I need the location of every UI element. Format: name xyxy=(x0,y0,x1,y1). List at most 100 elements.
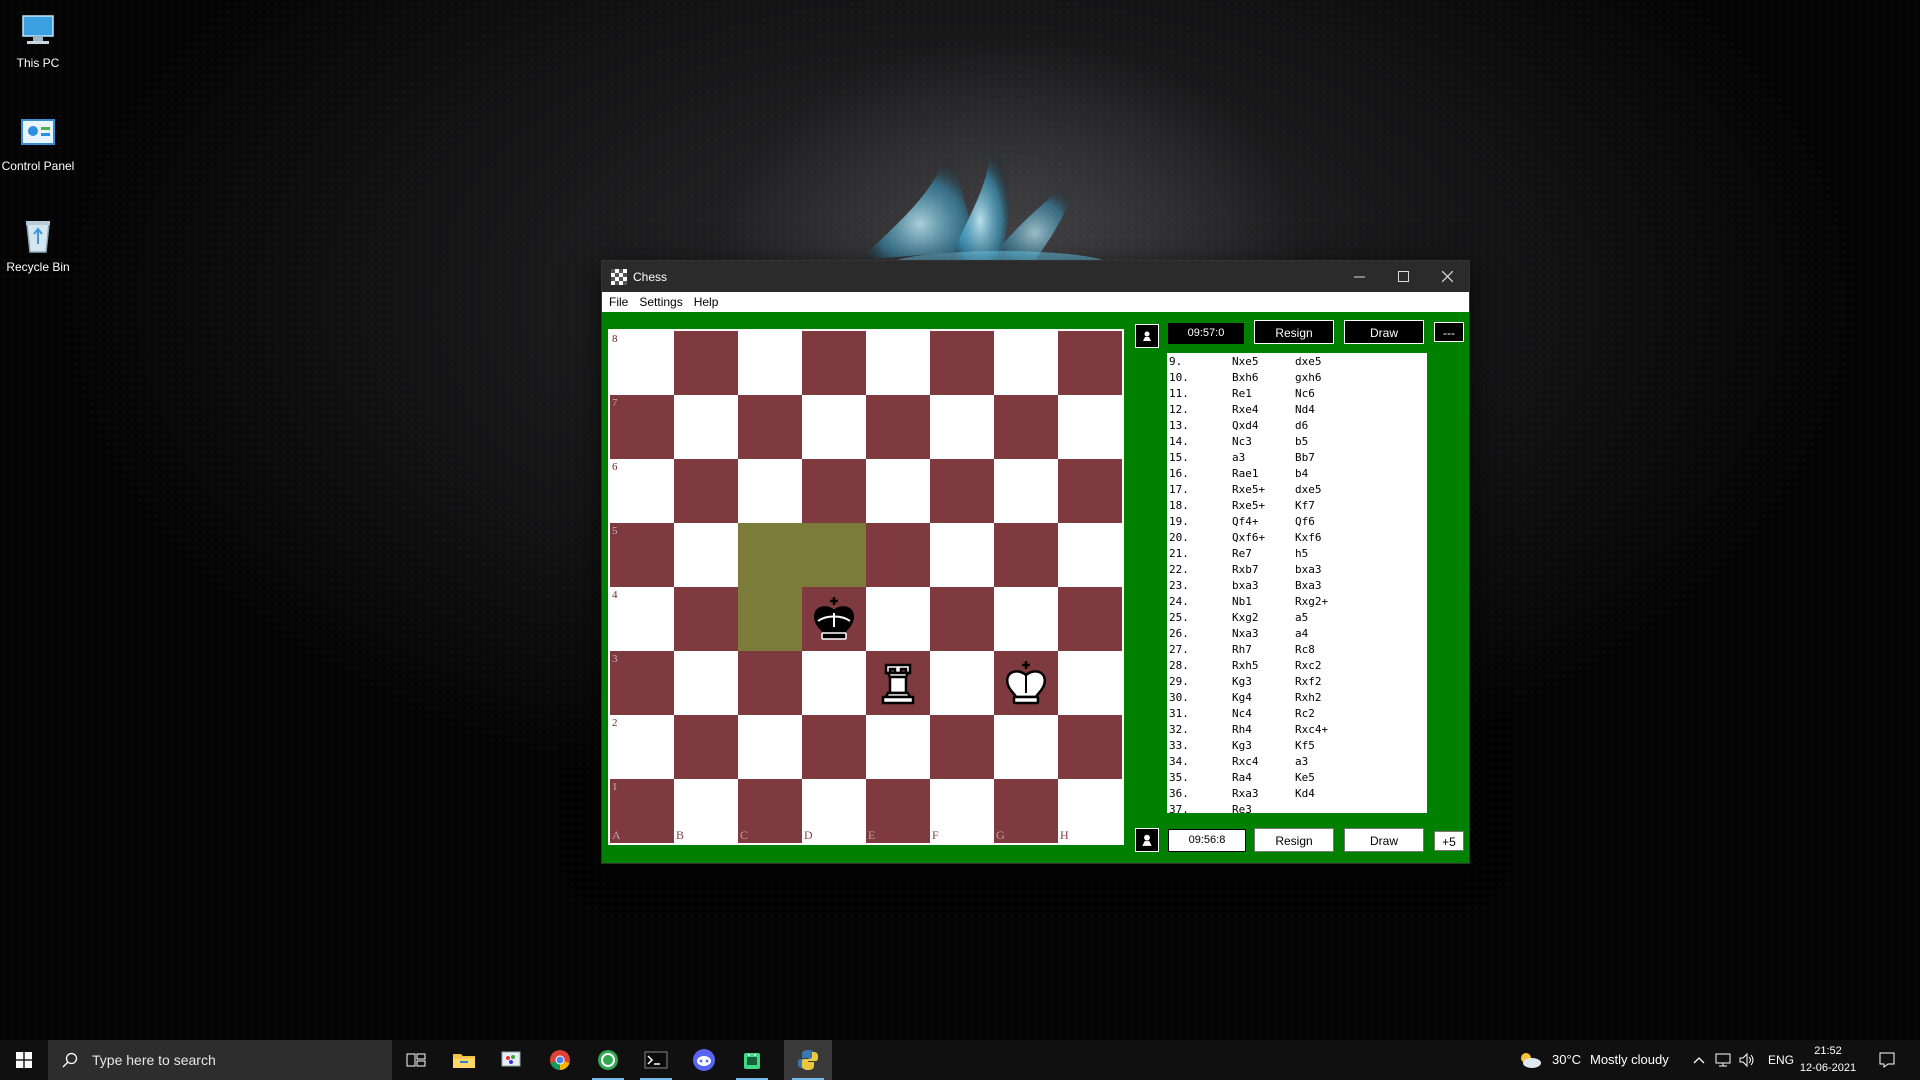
square-e6[interactable] xyxy=(866,459,930,523)
square-b2[interactable] xyxy=(674,715,738,779)
square-h2[interactable] xyxy=(1058,715,1122,779)
square-f5[interactable] xyxy=(930,523,994,587)
square-h3[interactable] xyxy=(1058,651,1122,715)
square-e3[interactable] xyxy=(866,651,930,715)
square-e4[interactable] xyxy=(866,587,930,651)
move-row[interactable]: 24. Nb1 Rxg2+ xyxy=(1167,593,1427,609)
square-a8[interactable]: 8 xyxy=(610,331,674,395)
taskbar-file-explorer[interactable] xyxy=(440,1040,488,1080)
square-f7[interactable] xyxy=(930,395,994,459)
move-row[interactable]: 27. Rh7 Rc8 xyxy=(1167,641,1427,657)
language-indicator[interactable]: ENG xyxy=(1768,1040,1794,1080)
move-row[interactable]: 31. Nc4 Rc2 xyxy=(1167,705,1427,721)
black-king-icon[interactable] xyxy=(808,593,860,645)
square-f3[interactable] xyxy=(930,651,994,715)
menu-file[interactable]: File xyxy=(602,292,632,309)
square-g4[interactable] xyxy=(994,587,1058,651)
menu-settings[interactable]: Settings xyxy=(632,292,686,309)
square-a4[interactable]: 4 xyxy=(610,587,674,651)
desktop-icon-control-panel[interactable]: Control Panel xyxy=(0,113,76,173)
move-row[interactable]: 32. Rh4 Rxc4+ xyxy=(1167,721,1427,737)
task-view-button[interactable] xyxy=(392,1040,440,1080)
square-g1[interactable]: G xyxy=(994,779,1058,843)
move-row[interactable]: 23. bxa3 Bxa3 xyxy=(1167,577,1427,593)
taskbar-discord[interactable] xyxy=(680,1040,728,1080)
square-b3[interactable] xyxy=(674,651,738,715)
taskbar-chrome[interactable] xyxy=(536,1040,584,1080)
taskbar-green-app[interactable] xyxy=(584,1040,632,1080)
chevron-up-icon[interactable] xyxy=(1693,1055,1705,1065)
square-f2[interactable] xyxy=(930,715,994,779)
square-e8[interactable] xyxy=(866,331,930,395)
square-h4[interactable] xyxy=(1058,587,1122,651)
taskbar-search-box[interactable] xyxy=(48,1040,392,1080)
square-g2[interactable] xyxy=(994,715,1058,779)
square-b1[interactable]: B xyxy=(674,779,738,843)
top-draw-button[interactable]: Draw xyxy=(1344,320,1424,344)
taskbar-android[interactable] xyxy=(728,1040,776,1080)
square-c6[interactable] xyxy=(738,459,802,523)
square-b7[interactable] xyxy=(674,395,738,459)
bottom-draw-button[interactable]: Draw xyxy=(1344,828,1424,852)
move-row[interactable]: 18. Rxe5+ Kf7 xyxy=(1167,497,1427,513)
square-f6[interactable] xyxy=(930,459,994,523)
square-e1[interactable]: E xyxy=(866,779,930,843)
square-a3[interactable]: 3 xyxy=(610,651,674,715)
move-row[interactable]: 35. Ra4 Ke5 xyxy=(1167,769,1427,785)
notification-icon[interactable] xyxy=(1878,1051,1896,1069)
move-row[interactable]: 19. Qf4+ Qf6 xyxy=(1167,513,1427,529)
square-d6[interactable] xyxy=(802,459,866,523)
square-d7[interactable] xyxy=(802,395,866,459)
menu-help[interactable]: Help xyxy=(687,292,723,309)
desktop-icon-this-pc[interactable]: This PC xyxy=(0,10,76,70)
square-b5[interactable] xyxy=(674,523,738,587)
square-a5[interactable]: 5 xyxy=(610,523,674,587)
desktop-icon-recycle-bin[interactable]: Recycle Bin xyxy=(0,214,76,274)
weather-condition[interactable]: Mostly cloudy xyxy=(1590,1040,1669,1080)
square-h7[interactable] xyxy=(1058,395,1122,459)
square-b4[interactable] xyxy=(674,587,738,651)
square-c4[interactable] xyxy=(738,587,802,651)
move-row[interactable]: 28. Rxh5 Rxc2 xyxy=(1167,657,1427,673)
square-g7[interactable] xyxy=(994,395,1058,459)
search-input[interactable] xyxy=(90,1051,374,1069)
move-row[interactable]: 36. Rxa3 Kd4 xyxy=(1167,785,1427,801)
move-row[interactable]: 25. Kxg2 a5 xyxy=(1167,609,1427,625)
square-d1[interactable]: D xyxy=(802,779,866,843)
taskbar-python[interactable] xyxy=(784,1040,832,1080)
square-f4[interactable] xyxy=(930,587,994,651)
square-a2[interactable]: 2 xyxy=(610,715,674,779)
square-d4[interactable] xyxy=(802,587,866,651)
square-d8[interactable] xyxy=(802,331,866,395)
maximize-button[interactable] xyxy=(1381,261,1425,292)
move-row[interactable]: 13. Qxd4 d6 xyxy=(1167,417,1427,433)
move-row[interactable]: 14. Nc3 b5 xyxy=(1167,433,1427,449)
move-row[interactable]: 33. Kg3 Kf5 xyxy=(1167,737,1427,753)
volume-icon[interactable] xyxy=(1738,1052,1756,1068)
square-d3[interactable] xyxy=(802,651,866,715)
minimize-button[interactable] xyxy=(1337,261,1381,292)
weather-temperature[interactable]: 30°C xyxy=(1552,1040,1581,1080)
square-e2[interactable] xyxy=(866,715,930,779)
title-bar[interactable]: Chess xyxy=(602,261,1469,292)
square-d5[interactable] xyxy=(802,523,866,587)
square-c3[interactable] xyxy=(738,651,802,715)
square-e7[interactable] xyxy=(866,395,930,459)
square-c7[interactable] xyxy=(738,395,802,459)
move-row[interactable]: 9. Nxe5 dxe5 xyxy=(1167,353,1427,369)
move-row[interactable]: 37. Re3 xyxy=(1167,801,1427,813)
close-button[interactable] xyxy=(1425,261,1469,292)
move-row[interactable]: 30. Kg4 Rxh2 xyxy=(1167,689,1427,705)
top-resign-button[interactable]: Resign xyxy=(1254,320,1334,344)
square-h1[interactable]: H xyxy=(1058,779,1122,843)
move-row[interactable]: 12. Rxe4 Nd4 xyxy=(1167,401,1427,417)
move-row[interactable]: 20. Qxf6+ Kxf6 xyxy=(1167,529,1427,545)
square-g6[interactable] xyxy=(994,459,1058,523)
square-c2[interactable] xyxy=(738,715,802,779)
square-h6[interactable] xyxy=(1058,459,1122,523)
square-c5[interactable] xyxy=(738,523,802,587)
square-b6[interactable] xyxy=(674,459,738,523)
taskbar-terminal[interactable] xyxy=(632,1040,680,1080)
square-g5[interactable] xyxy=(994,523,1058,587)
square-g3[interactable] xyxy=(994,651,1058,715)
